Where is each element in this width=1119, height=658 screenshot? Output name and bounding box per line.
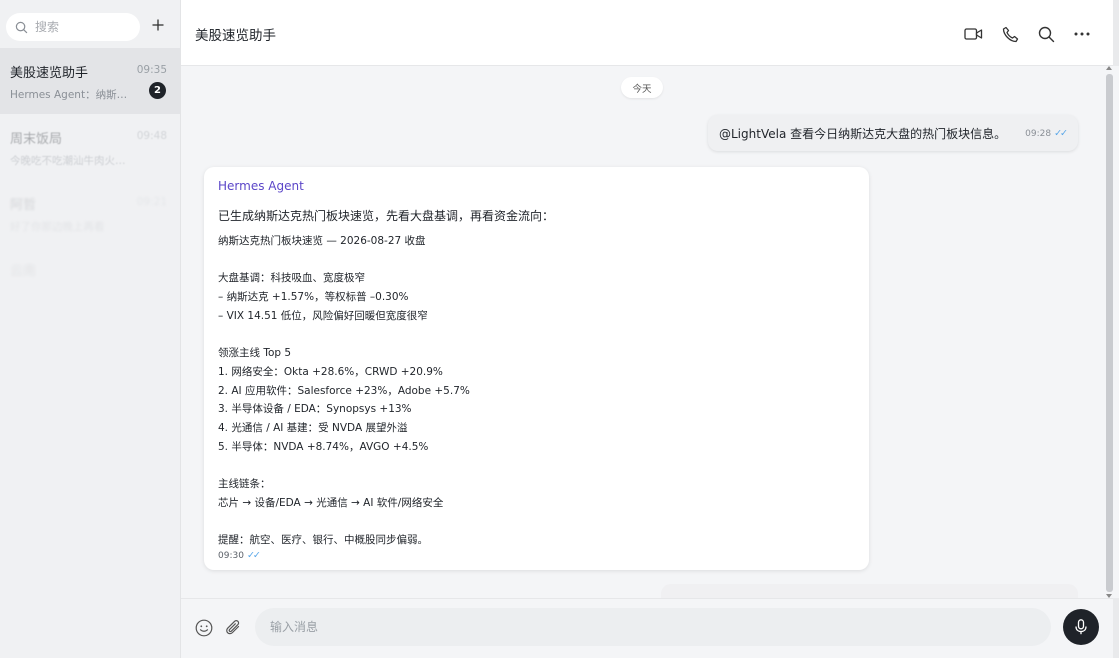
- unread-badge: 2: [149, 82, 166, 99]
- emoji-icon: [195, 619, 213, 637]
- microphone-icon: [1075, 619, 1087, 635]
- message-line: 2. AI 应用软件：Salesforce +23%，Adobe +5.7%: [218, 384, 470, 397]
- scroll-up-arrow[interactable]: [1106, 66, 1112, 70]
- message-list[interactable]: 今天 @LightVela 查看今日纳斯达克大盘的热门板块信息。 09:28 ✓✓…: [181, 66, 1113, 598]
- search-box[interactable]: [6, 13, 140, 41]
- read-receipt-icon: ✓✓: [246, 550, 261, 561]
- more-options-button[interactable]: [1072, 24, 1092, 44]
- message-meta: 09:28 ✓✓: [1025, 128, 1068, 139]
- message-line: 3. 半导体设备 / EDA：Synopsys +13%: [218, 403, 412, 416]
- voice-call-button[interactable]: [1000, 24, 1020, 44]
- chat-sidebar: 美股速览助手 09:35 Hermes Agent：纳斯… 2 周末饭局 09:…: [0, 0, 181, 658]
- message-line: 提醒：航空、医疗、银行、中概股同步偏弱。: [218, 534, 428, 546]
- message-intro: 已生成纳斯达克热门板块速览，先看大盘基调，再看资金流向：: [218, 209, 555, 223]
- chat-time: 09:21: [136, 196, 167, 208]
- scroll-down-arrow[interactable]: [1106, 594, 1112, 598]
- search-icon: [15, 21, 28, 33]
- message-line: [218, 325, 855, 344]
- app-window: 美股速览助手 09:35 Hermes Agent：纳斯… 2 周末饭局 09:…: [0, 0, 1119, 658]
- more-icon: [1074, 32, 1090, 36]
- chat-preview: 今晚吃不吃潮汕牛肉火锅?: [10, 155, 130, 167]
- message-line: 4. 光通信 / AI 基建：受 NVDA 展望外溢: [218, 421, 408, 434]
- video-call-button[interactable]: [963, 24, 983, 44]
- attach-button[interactable]: [224, 618, 244, 638]
- message-meta: 09:30 ✓✓: [218, 550, 261, 561]
- phone-icon: [1002, 26, 1018, 42]
- sender-name[interactable]: Hermes Agent: [218, 179, 855, 193]
- outgoing-message[interactable]: @LightVela 查看今日纳斯达克大盘的热门板块信息。 09:28 ✓✓: [708, 115, 1078, 151]
- message-line: 芯片 → 设备/EDA → 光通信 → AI 软件/网络安全: [218, 496, 444, 509]
- chat-list-item[interactable]: 云南: [0, 246, 180, 312]
- message-body: 纳斯达克热门板块速览 — 2026-08-27 收盘 大盘基调：科技吸血、宽度极…: [218, 232, 855, 550]
- message-line: – 纳斯达克 +1.57%，等权标普 –0.30%: [218, 291, 409, 304]
- chat-time: 09:35: [136, 64, 167, 76]
- plus-icon: [152, 19, 164, 31]
- conversation-pane: 美股速览助手 今天 @LightVela 查看今日纳斯达克大盘的热门板块信息。 …: [181, 0, 1113, 658]
- chat-list-item-stock-assistant[interactable]: 美股速览助手 09:35 Hermes Agent：纳斯… 2: [0, 48, 180, 114]
- chat-list-item[interactable]: 阿哲 09:21 好了你那边晚上再看: [0, 180, 180, 246]
- emoji-button[interactable]: [194, 618, 214, 638]
- message-scrollbar[interactable]: [1103, 66, 1119, 598]
- message-line: [218, 456, 855, 475]
- chat-time: 09:48: [136, 130, 167, 142]
- message-line: 大盘基调：科技吸血、宽度极窄: [218, 272, 365, 285]
- new-chat-button[interactable]: [149, 16, 167, 34]
- message-line: 5. 半导体：NVDA +8.74%，AVGO +4.5%: [218, 440, 429, 453]
- voice-record-button[interactable]: [1063, 609, 1099, 645]
- incoming-message[interactable]: Hermes Agent 已生成纳斯达克热门板块速览，先看大盘基调，再看资金流向…: [204, 167, 869, 570]
- date-separator: 今天: [621, 77, 663, 98]
- chat-preview: Hermes Agent：纳斯…: [10, 89, 128, 101]
- paperclip-icon: [226, 620, 240, 635]
- search-input[interactable]: [35, 20, 135, 34]
- read-receipt-icon: ✓✓: [1054, 128, 1068, 139]
- partially-hidden-message: [661, 584, 1078, 598]
- conversation-header: 美股速览助手: [181, 0, 1113, 66]
- conversation-title: 美股速览助手: [195, 28, 276, 44]
- search-icon: [1038, 26, 1054, 42]
- video-icon: [963, 28, 982, 40]
- message-line: [218, 512, 855, 531]
- message-composer: [181, 598, 1113, 658]
- chat-name: 云南: [10, 264, 37, 279]
- message-line: 纳斯达克热门板块速览 — 2026-08-27 收盘: [218, 235, 426, 247]
- message-time: 09:30: [218, 551, 244, 561]
- message-line: 1. 网络安全：Okta +28.6%，CRWD +20.9%: [218, 365, 443, 378]
- message-input[interactable]: [255, 608, 1051, 646]
- message-line: 领涨主线 Top 5: [218, 347, 292, 360]
- message-line: 主线链条：: [218, 477, 271, 490]
- message-line: – VIX 14.51 低位，风险偏好回暖但宽度很窄: [218, 309, 428, 322]
- search-in-chat-button[interactable]: [1036, 24, 1056, 44]
- message-text: @LightVela 查看今日纳斯达克大盘的热门板块信息。: [719, 127, 1007, 141]
- message-line: [218, 251, 855, 270]
- message-time: 09:28: [1025, 129, 1052, 139]
- chat-preview: 好了你那边晚上再看: [10, 221, 105, 233]
- scrollbar-thumb[interactable]: [1106, 74, 1113, 592]
- chat-list-item[interactable]: 周末饭局 09:48 今晚吃不吃潮汕牛肉火锅?: [0, 114, 180, 180]
